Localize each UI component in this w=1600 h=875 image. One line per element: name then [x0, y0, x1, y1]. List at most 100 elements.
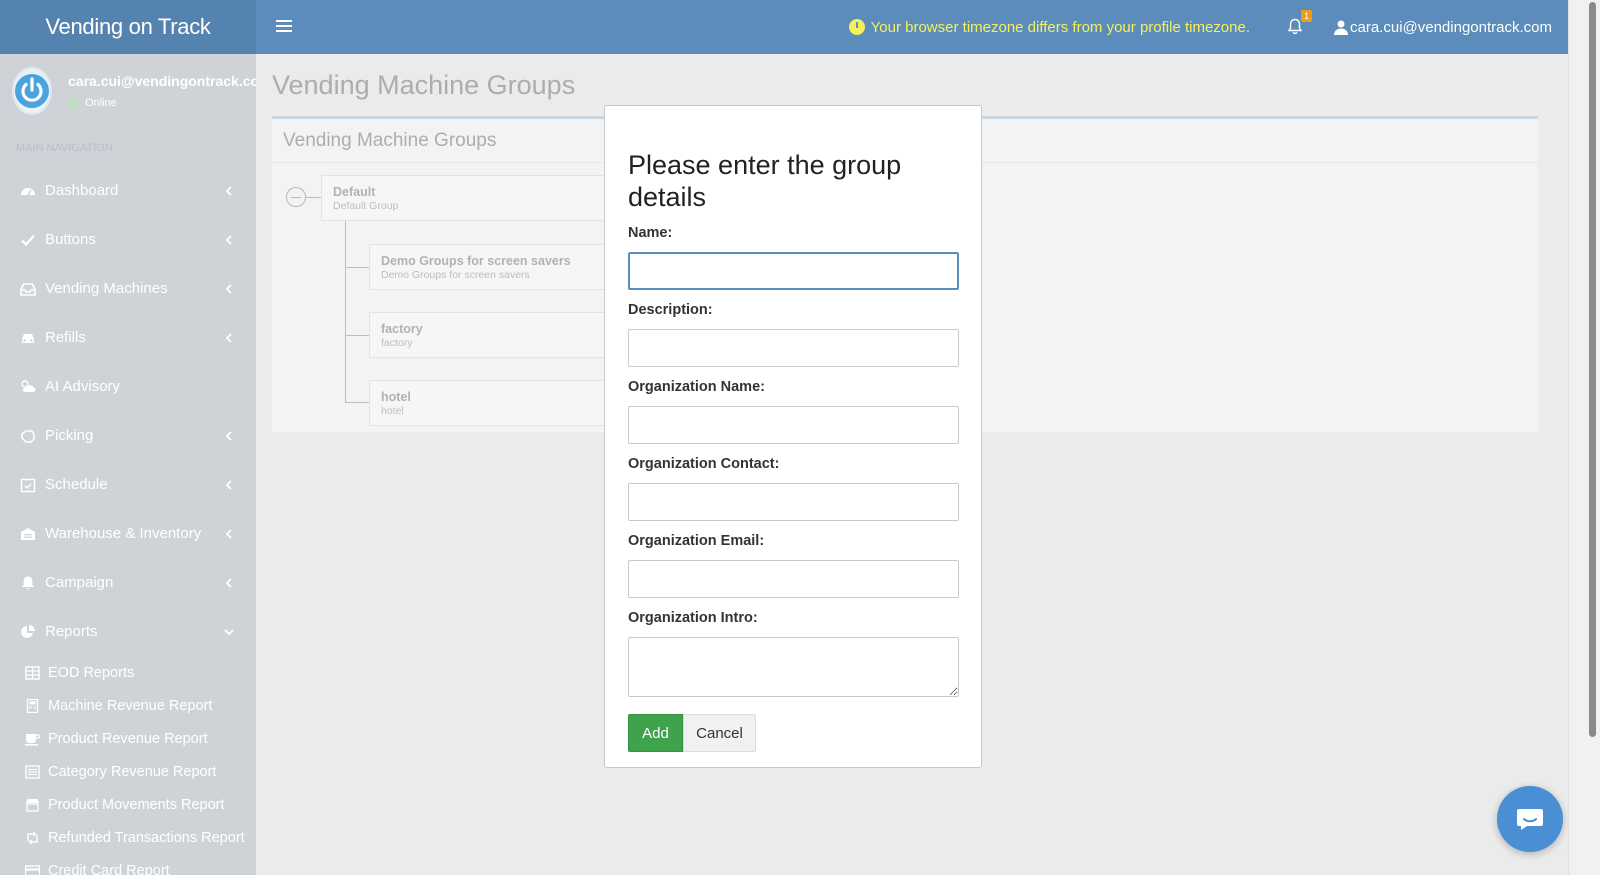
chevron-left-icon	[225, 332, 232, 343]
check-icon	[19, 232, 37, 248]
description-input[interactable]	[628, 329, 959, 367]
tree-node-child[interactable]: hotel hotel	[369, 380, 611, 426]
tree-node-child[interactable]: Demo Groups for screen savers Demo Group…	[369, 244, 611, 290]
tree-node-root[interactable]: Default Default Group	[321, 175, 611, 221]
page-scrollbar[interactable]	[1568, 0, 1600, 875]
tree-node-name: Demo Groups for screen savers	[381, 254, 571, 268]
top-navbar: Vending on Track Your browser timezone d…	[0, 0, 1568, 54]
sidebar-subitem-label: Category Revenue Report	[48, 763, 217, 780]
sidebar-item-label: Picking	[45, 427, 94, 444]
user-icon	[1334, 20, 1348, 35]
tree-node-name: hotel	[381, 390, 411, 404]
timezone-warning[interactable]: Your browser timezone differs from your …	[848, 19, 1250, 36]
nav-header: MAIN NAVIGATION	[16, 142, 113, 154]
sidebar-item-vending-machines[interactable]: Vending Machines	[0, 264, 256, 313]
brand-logo[interactable]: Vending on Track	[0, 0, 256, 54]
modal-actions: Add Cancel	[628, 714, 958, 752]
sidebar-item-warehouse-inventory[interactable]: Warehouse & Inventory	[0, 509, 256, 558]
warehouse-icon	[19, 526, 37, 542]
sidebar-item-refills[interactable]: Refills	[0, 313, 256, 362]
organization-email-input[interactable]	[628, 560, 959, 598]
organization-intro-textarea[interactable]	[628, 637, 959, 697]
sidebar-subitem-machine-revenue-report[interactable]: Machine Revenue Report	[0, 689, 256, 722]
tree-node-name: factory	[381, 322, 423, 336]
inbox-icon	[19, 281, 37, 297]
sidebar-item-label: AI Advisory	[45, 378, 121, 395]
group-details-modal: Please enter the group details Name: Des…	[604, 105, 982, 768]
chevron-down-icon	[224, 628, 234, 635]
tree-node-child[interactable]: factory factory	[369, 312, 611, 358]
organization-contact-input[interactable]	[628, 483, 959, 521]
sidebar-item-ai-advisory[interactable]: AI Advisory	[0, 362, 256, 411]
sidebar: cara.cui@vendingontrack.com Online MAIN …	[0, 54, 256, 875]
online-status-icon	[68, 97, 79, 109]
credit-card-icon	[24, 864, 40, 875]
sidebar-subitem-credit-card-report[interactable]: Credit Card Report	[0, 854, 256, 875]
sidebar-subitem-product-revenue-report[interactable]: Product Revenue Report	[0, 722, 256, 755]
tree-collapse-button[interactable]	[286, 187, 306, 207]
tree-connector	[345, 402, 369, 403]
sidebar-subitem-product-movements-report[interactable]: Product Movements Report	[0, 788, 256, 821]
tree-connector	[306, 197, 321, 198]
sidebar-item-schedule[interactable]: Schedule	[0, 460, 256, 509]
power-icon	[15, 74, 49, 108]
cloud-sun-icon	[19, 379, 37, 395]
coffee-icon	[24, 732, 40, 746]
name-label: Name:	[628, 225, 673, 241]
sidebar-subitem-label: EOD Reports	[48, 664, 135, 681]
tree-node-desc: Default Group	[333, 200, 399, 212]
chevron-left-icon	[225, 430, 232, 441]
tree-connector	[345, 267, 369, 268]
navbar-right: Your browser timezone differs from your …	[848, 0, 1568, 54]
sidebar-subitem-label: Product Movements Report	[48, 796, 225, 813]
sidebar-item-label: Campaign	[45, 574, 114, 591]
sidebar-item-label: Vending Machines	[45, 280, 168, 297]
add-button[interactable]: Add	[628, 714, 683, 752]
hamburger-icon	[276, 19, 292, 32]
pie-chart-icon	[19, 624, 37, 640]
description-label: Description:	[628, 302, 713, 318]
user-status-text: Online	[85, 97, 117, 109]
organization-name-input[interactable]	[628, 406, 959, 444]
sidebar-item-reports[interactable]: Reports	[0, 607, 256, 656]
user-email: cara.cui@vendingontrack.com	[1350, 18, 1552, 36]
organization-contact-label: Organization Contact:	[628, 456, 780, 472]
chat-icon	[1517, 809, 1543, 830]
clock-icon	[848, 19, 865, 35]
sidebar-subitem-eod-reports[interactable]: EOD Reports	[0, 656, 256, 689]
calendar-check-icon	[19, 477, 37, 493]
sidebar-subitem-label: Machine Revenue Report	[48, 697, 213, 714]
sidebar-item-buttons[interactable]: Buttons	[0, 215, 256, 264]
scrollbar-thumb[interactable]	[1589, 2, 1596, 737]
bell-icon	[19, 575, 37, 591]
sidebar-item-label: Dashboard	[45, 182, 119, 199]
chevron-left-icon	[225, 283, 232, 294]
sidebar-user-email: cara.cui@vendingontrack.com	[68, 73, 256, 89]
hand-icon	[19, 428, 37, 444]
car-icon	[19, 330, 37, 346]
sidebar-item-picking[interactable]: Picking	[0, 411, 256, 460]
sidebar-item-campaign[interactable]: Campaign	[0, 558, 256, 607]
sidebar-item-label: Buttons	[45, 231, 96, 248]
sidebar-subitem-label: Refunded Transactions Report	[48, 829, 245, 846]
tree-node-desc: factory	[381, 337, 413, 349]
calculator-icon	[24, 698, 40, 713]
chat-widget-button[interactable]	[1497, 786, 1563, 852]
sidebar-subitem-label: Product Revenue Report	[48, 730, 208, 747]
sidebar-item-label: Reports	[45, 623, 98, 640]
sidebar-subitem-category-revenue-report[interactable]: Category Revenue Report	[0, 755, 256, 788]
retweet-icon	[24, 831, 40, 845]
name-input[interactable]	[628, 252, 959, 290]
dashboard-icon	[19, 183, 37, 199]
organization-name-label: Organization Name:	[628, 379, 765, 395]
cancel-button[interactable]: Cancel	[683, 714, 756, 752]
tree-node-desc: Demo Groups for screen savers	[381, 269, 530, 281]
notifications-button[interactable]: 1	[1284, 10, 1312, 38]
chevron-left-icon	[225, 185, 232, 196]
sidebar-subitem-refunded-transactions-report[interactable]: Refunded Transactions Report	[0, 821, 256, 854]
user-menu[interactable]: cara.cui@vendingontrack.com	[1334, 19, 1552, 36]
page-title: Vending Machine Groups	[272, 70, 576, 100]
sidebar-toggle-button[interactable]	[272, 16, 296, 39]
organization-email-label: Organization Email:	[628, 533, 765, 549]
sidebar-item-dashboard[interactable]: Dashboard	[0, 166, 256, 215]
